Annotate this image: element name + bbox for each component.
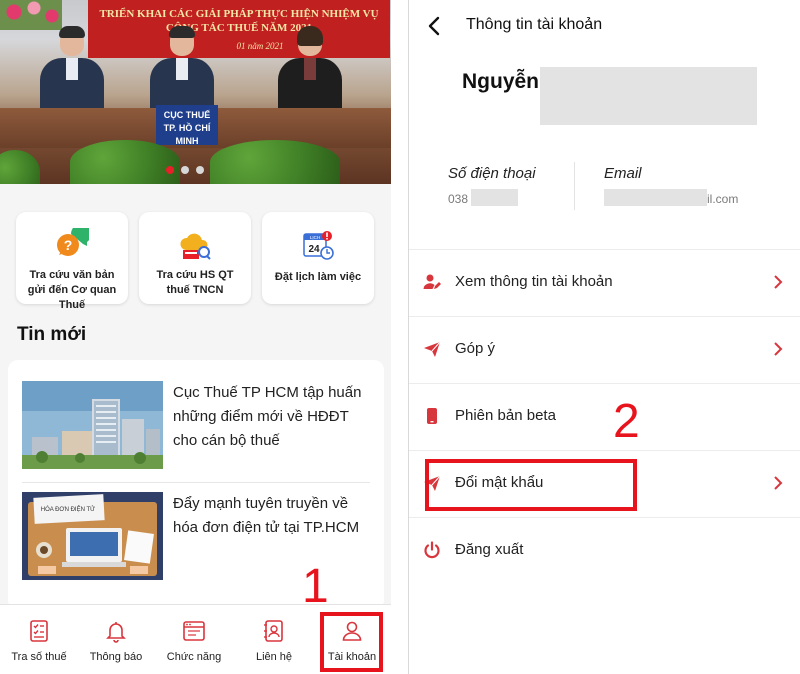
cloud-search-icon: [180, 233, 211, 260]
calendar-day: 24: [308, 244, 320, 255]
nav-label: Thông báo: [89, 651, 143, 663]
news-banner[interactable]: TRIỂN KHAI CÁC GIẢI PHÁP THỰC HIỆN NHIỆM…: [0, 0, 391, 184]
menu-label: Góp ý: [455, 340, 496, 357]
e-invoice-illustration: HÓA ĐƠN ĐIỆN TỬ: [22, 492, 163, 580]
nav-tab-functions[interactable]: Chức năng: [155, 605, 233, 674]
nav-label: Chức năng: [166, 651, 222, 663]
back-arrow-icon[interactable]: [423, 14, 447, 38]
calendar-text: LỊCH: [310, 235, 320, 240]
nav-tab-tax-lookup[interactable]: Tra số thuế: [0, 605, 78, 674]
question-chat-icon: ?: [57, 228, 89, 256]
banner-plant: [70, 140, 180, 184]
banner-plant: [0, 150, 40, 184]
news-title: Cục Thuế TP HCM tập huấn những điểm mới …: [173, 384, 362, 449]
chevron-right-icon: [774, 476, 783, 490]
nav-label: Liên hệ: [255, 651, 293, 663]
banner-flowers: [0, 0, 62, 30]
sign-line-1: CỤC THUẾ: [163, 110, 211, 120]
contact-book-icon: [264, 620, 283, 642]
panel-gap: [391, 0, 408, 674]
page-title: Thông tin tài khoản: [466, 16, 603, 33]
carousel-dots[interactable]: [166, 166, 204, 174]
menu-logout[interactable]: Đăng xuất: [409, 518, 800, 584]
banner-headline-2: CÔNG TÁC THUẾ NĂM 2021: [165, 22, 313, 34]
email-value: il.com: [707, 192, 739, 206]
top-bar: Thông tin tài khoản: [409, 0, 800, 52]
info-separator: [574, 162, 575, 210]
news-title: Đẩy mạnh tuyên truyền về hóa đơn điện tử…: [173, 495, 360, 536]
quick-action-book-appointment[interactable]: LỊCH 24 Đặt lịch làm việc: [262, 212, 374, 304]
paper-plane-icon: [424, 341, 441, 357]
redacted-phone-block: [471, 189, 518, 206]
user-edit-icon: [423, 274, 441, 289]
menu-label: Phiên bản beta: [455, 407, 556, 424]
banner-name-sign: CỤC THUẾ TP. HỒ CHÍ MINH: [156, 105, 218, 146]
nav-tab-notifications[interactable]: Thông báo: [77, 605, 155, 674]
phone-label: Số điện thoại: [448, 165, 536, 182]
carousel-dot[interactable]: [166, 166, 174, 174]
sign-line-2: TP. HỒ CHÍ MINH: [163, 123, 211, 146]
chevron-right-icon: [774, 275, 783, 289]
menu-view-account-info[interactable]: Xem thông tin tài khoản: [409, 250, 800, 317]
menu-feedback[interactable]: Góp ý: [409, 317, 800, 384]
annotation-step-number: 2: [613, 395, 640, 448]
news-divider: [22, 482, 370, 483]
redacted-name-block: [540, 67, 757, 125]
phone-value: 038: [448, 192, 469, 206]
annotation-highlight-change-password: [425, 459, 637, 511]
banner-person: [40, 26, 104, 118]
carousel-dot[interactable]: [196, 166, 204, 174]
user-name: Nguyễn: [462, 70, 540, 93]
banner-plant: [210, 140, 340, 184]
power-icon: [424, 541, 440, 559]
quick-action-lookup-tax-file[interactable]: Tra cứu HS QT thuế TNCN: [139, 212, 251, 304]
nav-label: Tra số thuế: [11, 651, 67, 663]
banner-headline-1: TRIỂN KHAI CÁC GIẢI PHÁP THỰC HIỆN NHIỆM…: [99, 8, 379, 20]
annotation-highlight-account-tab: [320, 612, 383, 672]
account-screen: Thông tin tài khoản Nguyễn Số điện thoại…: [408, 0, 800, 674]
menu-label: Đăng xuất: [455, 541, 524, 558]
annotation-step-number: 1: [302, 560, 329, 613]
email-label: Email: [604, 165, 642, 182]
carousel-dot[interactable]: [181, 166, 189, 174]
svg-text:?: ?: [64, 237, 73, 253]
bell-icon: [106, 622, 126, 643]
phone-icon: [427, 408, 437, 424]
quick-action-label: Đặt lịch làm việc: [274, 271, 362, 283]
banner-person: [278, 26, 342, 118]
news-section-title: Tin mới: [17, 324, 87, 345]
city-building-image: [22, 381, 163, 469]
nav-tab-contact[interactable]: Liên hệ: [235, 605, 313, 674]
window-grid-icon: [183, 621, 205, 641]
thumb-caption: HÓA ĐƠN ĐIỆN TỬ: [41, 505, 96, 513]
menu-beta-version[interactable]: Phiên bản beta: [409, 384, 800, 451]
redacted-email-block: [604, 189, 707, 206]
quick-action-label: Tra cứu HS QT thuế TNCN: [156, 269, 234, 296]
quick-action-label: Tra cứu văn bản gửi đến Cơ quan Thuế: [27, 269, 117, 311]
quick-action-lookup-documents[interactable]: ? Tra cứu văn bản gửi đến Cơ quan Thuế: [16, 212, 128, 311]
calendar-clock-icon: LỊCH 24: [303, 231, 334, 260]
checklist-icon: [30, 620, 48, 642]
menu-label: Xem thông tin tài khoản: [455, 273, 613, 290]
chevron-right-icon: [774, 342, 783, 356]
home-screen: TRIỂN KHAI CÁC GIẢI PHÁP THỰC HIỆN NHIỆM…: [0, 0, 392, 674]
